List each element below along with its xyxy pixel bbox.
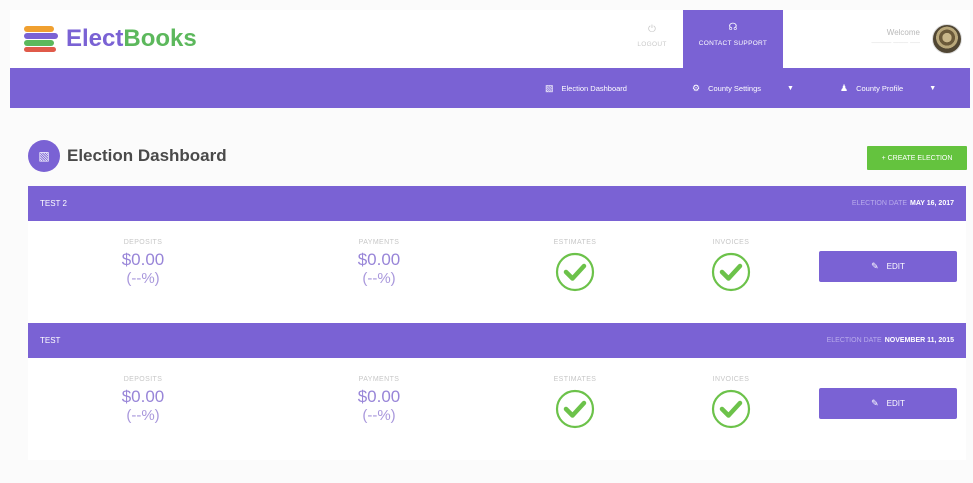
check-circle-icon: [555, 252, 595, 292]
invoices-status[interactable]: INVOICES: [691, 239, 771, 292]
payments-value: $0.00: [357, 387, 401, 406]
contact-support-label: CONTACT SUPPORT: [698, 40, 768, 47]
election-date-label: ELECTION DATE: [826, 337, 882, 344]
estimates-status[interactable]: ESTIMATES: [535, 376, 615, 429]
page-title: Election Dashboard: [67, 146, 227, 165]
electbooks-logo[interactable]: ElectBooks: [24, 26, 197, 52]
election-date-value: NOVEMBER 11, 2015: [884, 337, 954, 344]
election-card-header: TEST ELECTION DATE NOVEMBER 11, 2015: [28, 323, 966, 358]
welcome-block: Welcome ──── ─── ──: [820, 28, 920, 47]
headset-icon: ☊: [728, 22, 738, 33]
election-date: ELECTION DATE NOVEMBER 11, 2015: [827, 337, 954, 344]
deposits-stat: DEPOSITS $0.00 (--%): [88, 239, 198, 288]
main-navbar: ▧ Election Dashboard ⚙ County Settings ▼…: [10, 68, 970, 108]
payments-percent: (--%): [362, 407, 396, 424]
ballot-box-icon: ▧: [545, 82, 554, 93]
welcome-label: Welcome: [886, 28, 920, 37]
top-header: ElectBooks ⏻ LOGOUT ☊ CONTACT SUPPORT We…: [10, 10, 970, 68]
power-icon: ⏻: [648, 24, 656, 35]
election-card: TEST ELECTION DATE NOVEMBER 11, 2015 DEPO…: [28, 323, 966, 460]
deposits-value: $0.00: [121, 250, 165, 269]
payments-stat: PAYMENTS $0.00 (--%): [324, 239, 434, 288]
election-name: TEST: [40, 336, 61, 345]
ballot-box-icon: ▧: [28, 140, 60, 172]
logout-label: LOGOUT: [637, 41, 667, 48]
edit-election-button[interactable]: ✎ EDIT: [819, 388, 957, 419]
user-icon: ♟: [840, 82, 849, 93]
invoices-status[interactable]: INVOICES: [691, 376, 771, 429]
deposits-label: DEPOSITS: [123, 239, 163, 246]
payments-value: $0.00: [357, 250, 401, 269]
nav-county-profile[interactable]: ♟ County Profile ▼: [840, 68, 936, 108]
brand-name: ElectBooks: [66, 26, 197, 52]
election-name: TEST 2: [40, 199, 67, 208]
logout-button[interactable]: ⏻ LOGOUT: [622, 24, 682, 48]
deposits-stat: DEPOSITS $0.00 (--%): [88, 376, 198, 425]
estimates-status[interactable]: ESTIMATES: [535, 239, 615, 292]
nav-county-settings-label: County Settings: [708, 83, 762, 93]
create-election-button[interactable]: + CREATE ELECTION: [867, 146, 967, 170]
election-card-body: DEPOSITS $0.00 (--%) PAYMENTS $0.00 (--%…: [28, 358, 966, 460]
books-logo-icon: [24, 26, 60, 52]
check-circle-icon: [711, 389, 751, 429]
election-date: ELECTION DATE MAY 16, 2017: [852, 200, 954, 207]
caret-down-icon: ▼: [787, 84, 794, 92]
election-card: TEST 2 ELECTION DATE MAY 16, 2017 DEPOSIT…: [28, 186, 966, 323]
deposits-percent: (--%): [126, 407, 160, 424]
edit-label: EDIT: [886, 399, 905, 408]
deposits-label: DEPOSITS: [123, 376, 163, 383]
edit-election-button[interactable]: ✎ EDIT: [819, 251, 957, 282]
page-header: ▧ Election Dashboard: [28, 140, 227, 172]
election-date-label: ELECTION DATE: [851, 200, 908, 207]
check-circle-icon: [555, 389, 595, 429]
gear-icon: ⚙: [692, 82, 701, 93]
invoices-label: INVOICES: [712, 239, 750, 246]
brand-name-part1: Elect: [66, 25, 124, 52]
estimates-label: ESTIMATES: [553, 376, 597, 383]
nav-election-dashboard-label: Election Dashboard: [561, 83, 627, 93]
payments-stat: PAYMENTS $0.00 (--%): [324, 376, 434, 425]
election-date-value: MAY 16, 2017: [910, 200, 954, 207]
pencil-icon: ✎: [871, 261, 879, 271]
payments-percent: (--%): [362, 270, 396, 287]
edit-label: EDIT: [886, 262, 905, 271]
county-seal-avatar[interactable]: [932, 24, 962, 54]
election-card-body: DEPOSITS $0.00 (--%) PAYMENTS $0.00 (--%…: [28, 221, 966, 323]
caret-down-icon: ▼: [929, 84, 937, 92]
nav-election-dashboard[interactable]: ▧ Election Dashboard: [545, 68, 627, 108]
estimates-label: ESTIMATES: [553, 239, 597, 246]
nav-county-profile-label: County Profile: [856, 83, 904, 93]
invoices-label: INVOICES: [712, 376, 750, 383]
nav-county-settings[interactable]: ⚙ County Settings ▼: [692, 68, 794, 108]
payments-label: PAYMENTS: [358, 239, 400, 246]
deposits-percent: (--%): [126, 270, 160, 287]
payments-label: PAYMENTS: [358, 376, 400, 383]
username: ──── ─── ──: [871, 40, 920, 47]
brand-name-part2: Books: [123, 25, 197, 52]
check-circle-icon: [711, 252, 751, 292]
deposits-value: $0.00: [121, 387, 165, 406]
contact-support-button[interactable]: ☊ CONTACT SUPPORT: [683, 10, 783, 68]
election-card-header: TEST 2 ELECTION DATE MAY 16, 2017: [28, 186, 966, 221]
pencil-icon: ✎: [871, 398, 879, 408]
